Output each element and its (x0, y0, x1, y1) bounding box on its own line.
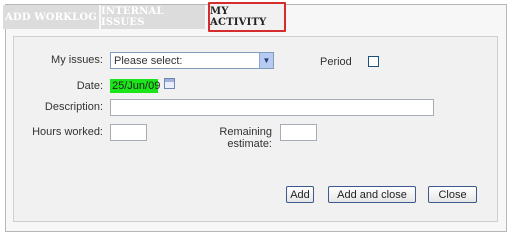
description-label: Description: (44, 101, 103, 113)
my-issues-select[interactable]: Please select: ▼ (110, 52, 274, 69)
period-checkbox[interactable] (368, 56, 379, 67)
tab-my-activity[interactable]: MY ACTIVITY (208, 2, 286, 32)
description-field[interactable] (110, 99, 434, 116)
hours-worked-field[interactable] (110, 124, 147, 141)
remaining-estimate-label: Remaining estimate: (219, 126, 272, 150)
my-issues-selected-value: Please select: (114, 54, 183, 67)
close-button[interactable]: Close (428, 186, 477, 203)
tab-internal-issues[interactable]: INTERNAL ISSUES (101, 5, 205, 29)
date-label: Date: (76, 80, 103, 92)
hours-worked-label: Hours worked: (32, 126, 103, 138)
tab-add-worklog[interactable]: ADD WORKLOG (3, 5, 99, 29)
date-value[interactable]: 25/Jun/09 (110, 79, 160, 93)
add-button[interactable]: Add (286, 186, 314, 203)
chevron-down-icon[interactable]: ▼ (259, 53, 273, 68)
remaining-estimate-field[interactable] (280, 124, 317, 141)
my-issues-label: My issues: (51, 54, 103, 66)
add-and-close-button[interactable]: Add and close (328, 186, 416, 203)
calendar-icon[interactable] (164, 78, 175, 89)
period-label: Period (320, 56, 352, 68)
